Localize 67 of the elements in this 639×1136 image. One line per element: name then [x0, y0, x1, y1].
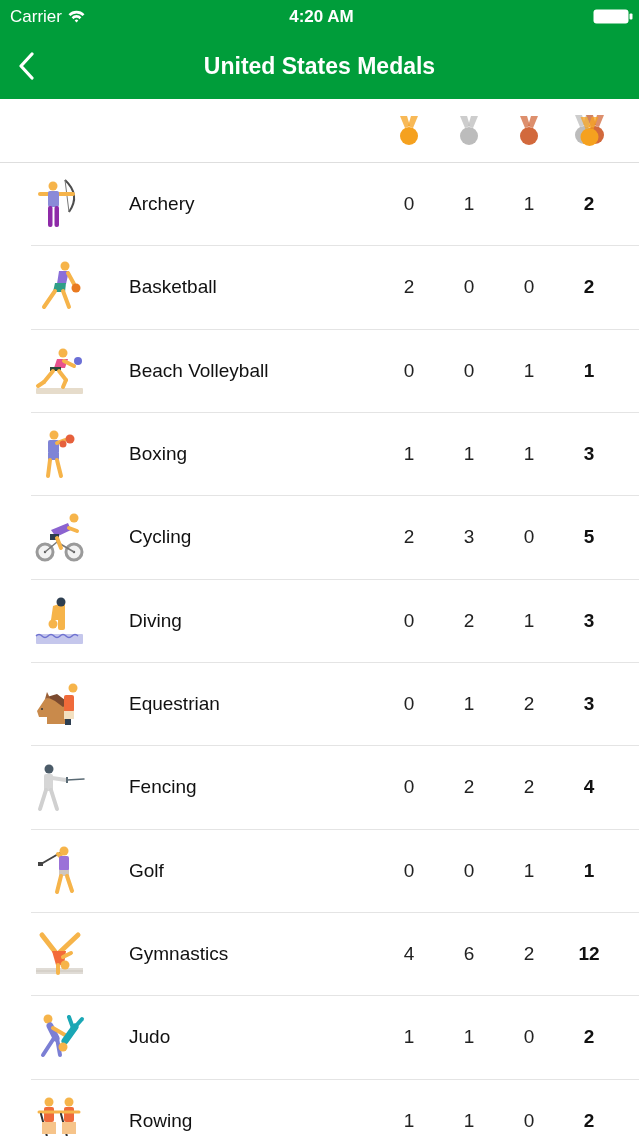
wifi-icon	[67, 10, 85, 23]
medal-count: 0	[403, 859, 415, 882]
medal-count: 1	[403, 1109, 415, 1132]
status-time: 4:20 AM	[289, 6, 354, 27]
medal-count: 1	[463, 693, 475, 716]
sport-name: Archery	[129, 193, 196, 216]
medal-count: 1	[523, 193, 535, 216]
medal-count: 1	[463, 443, 475, 466]
medal-count: 6	[463, 943, 475, 966]
medal-count: 2	[403, 276, 415, 299]
total-count: 2	[583, 193, 595, 216]
medal-count: 1	[463, 1109, 475, 1132]
sport-name: Cycling	[129, 526, 193, 549]
medal-count: 2	[523, 943, 535, 966]
carrier-name: Carrier	[10, 6, 62, 27]
sport-name: Boxing	[129, 443, 189, 466]
total-count: 4	[583, 776, 595, 799]
medal-count: 0	[463, 359, 475, 382]
medal-count: 0	[403, 359, 415, 382]
sport-name: Judo	[129, 1026, 172, 1049]
total-count: 3	[583, 443, 595, 466]
medal-count: 0	[523, 1026, 535, 1049]
medal-count: 1	[463, 193, 475, 216]
medal-count: 1	[523, 859, 535, 882]
medal-count: 0	[523, 526, 535, 549]
medal-count: 3	[463, 526, 475, 549]
medal-count: 2	[523, 776, 535, 799]
medal-count: 1	[463, 1026, 475, 1049]
sport-name: Equestrian	[129, 693, 221, 716]
total-count: 3	[583, 693, 595, 716]
sport-name: Rowing	[129, 1109, 194, 1132]
medal-count: 1	[403, 1026, 415, 1049]
sport-name: Beach Volleyball	[129, 359, 270, 382]
total-count: 5	[583, 526, 595, 549]
medal-count: 1	[523, 609, 535, 632]
medal-count: 0	[403, 193, 415, 216]
sport-name: Diving	[129, 609, 183, 632]
medal-count: 1	[403, 443, 415, 466]
medal-count: 1	[523, 359, 535, 382]
total-count: 2	[583, 1109, 595, 1132]
sport-name: Basketball	[129, 276, 218, 299]
medal-count: 1	[523, 443, 535, 466]
medal-count: 2	[463, 609, 475, 632]
medal-count: 2	[523, 693, 535, 716]
medal-stack-icon	[572, 115, 606, 146]
medal-count: 0	[403, 776, 415, 799]
total-count: 3	[583, 609, 595, 632]
back-icon	[18, 52, 34, 80]
medal-count: 0	[523, 276, 535, 299]
total-count: 2	[583, 276, 595, 299]
battery-icon	[593, 9, 633, 24]
medal-count: 4	[403, 943, 415, 966]
sport-name: Golf	[129, 859, 165, 882]
sport-name: Fencing	[129, 776, 198, 799]
total-count: 2	[583, 1026, 595, 1049]
medal-count: 0	[463, 276, 475, 299]
total-count: 1	[583, 859, 595, 882]
total-count: 1	[583, 359, 595, 382]
medal-count: 0	[463, 859, 475, 882]
screen-title: United States Medals	[203, 52, 436, 80]
medal-count: 0	[403, 693, 415, 716]
sport-name: Gymnastics	[129, 943, 230, 966]
medal-count: 2	[403, 526, 415, 549]
total-count: 12	[578, 943, 600, 966]
medal-count: 0	[523, 1109, 535, 1132]
medal-count: 0	[403, 609, 415, 632]
medal-count: 2	[463, 776, 475, 799]
